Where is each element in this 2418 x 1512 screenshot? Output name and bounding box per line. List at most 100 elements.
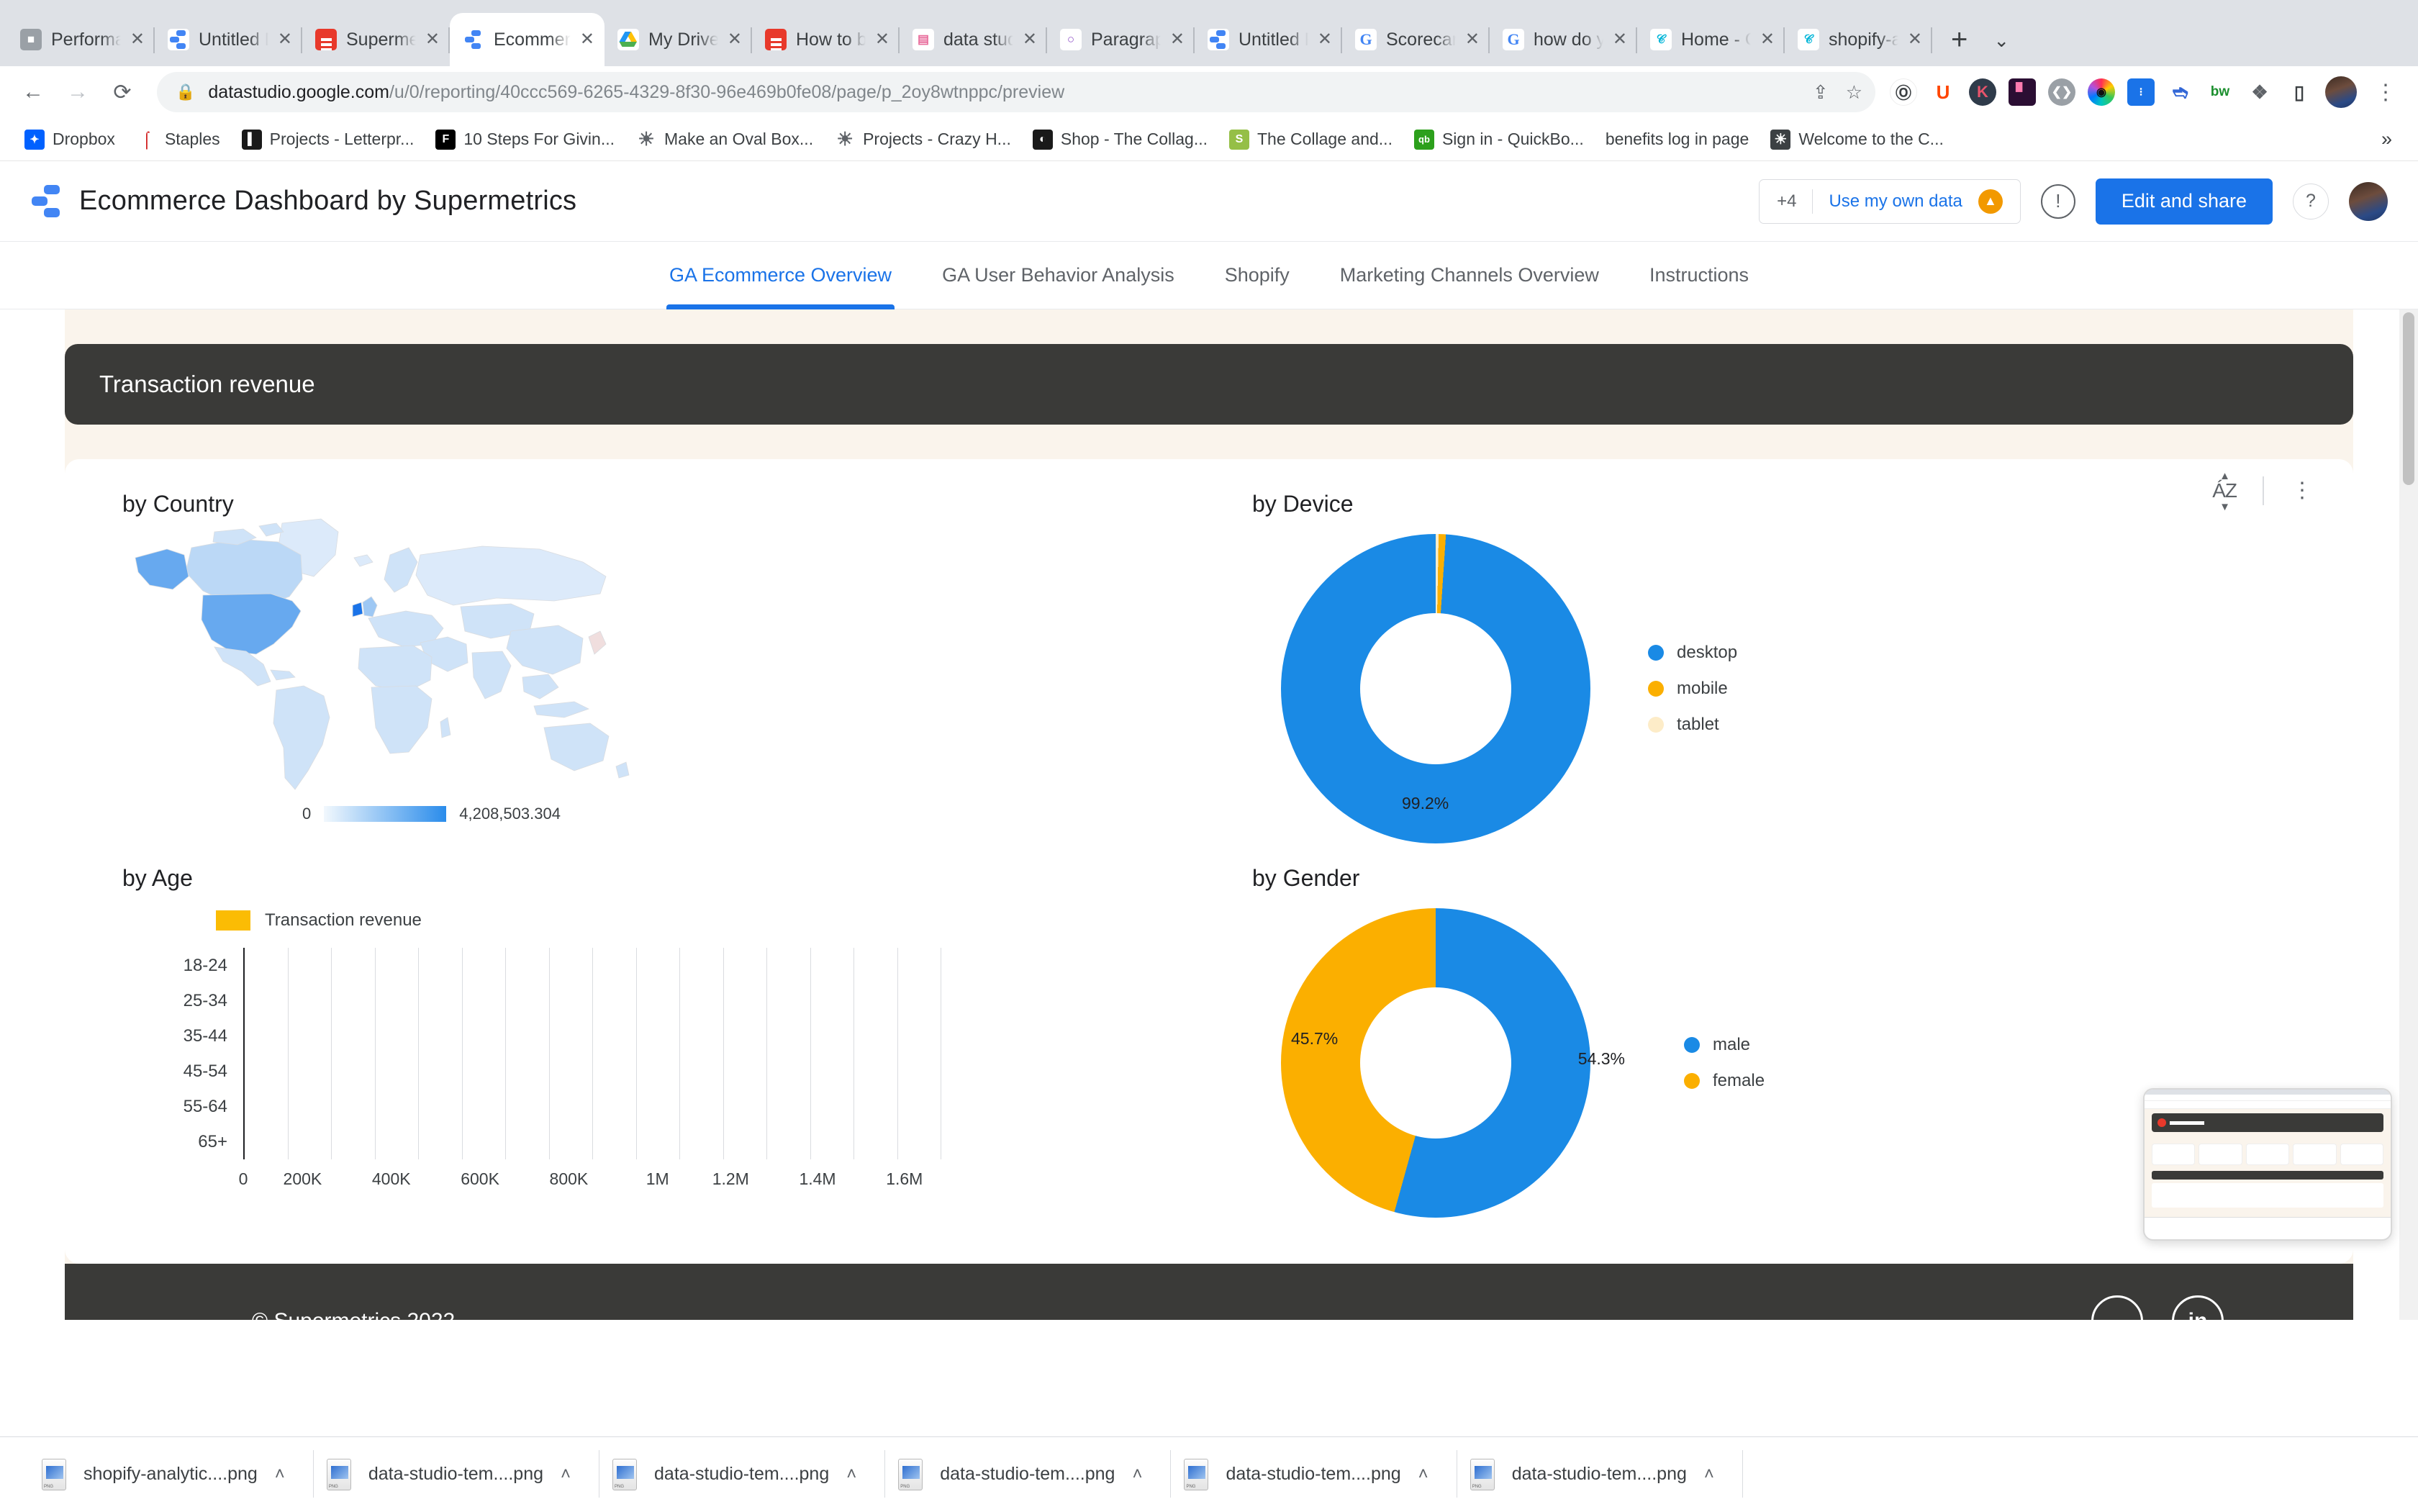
bookmarks-overflow-icon[interactable]: »: [2381, 128, 2402, 150]
browser-tab[interactable]: G how do yo ✕: [1490, 13, 1637, 66]
browser-tab[interactable]: 𝒞 shopify-a ✕: [1785, 13, 1932, 66]
edit-and-share-button[interactable]: Edit and share: [2096, 178, 2273, 225]
close-icon[interactable]: ✕: [130, 31, 145, 48]
puzzle-extension-icon[interactable]: ❖: [2246, 78, 2273, 106]
legend-item-desktop[interactable]: desktop: [1648, 643, 1737, 663]
bookmark-item[interactable]: qb Sign in - QuickBo...: [1405, 125, 1593, 154]
browser-tab[interactable]: 𝒞 Home - C ✕: [1637, 13, 1785, 66]
chevron-up-icon[interactable]: ˄: [275, 1465, 285, 1485]
speech-extension-icon[interactable]: ⁝: [2127, 78, 2155, 106]
twitter-icon[interactable]: ⸱: [2091, 1295, 2143, 1320]
download-item[interactable]: data-studio-tem....png ˄: [314, 1437, 599, 1512]
legend-item-female[interactable]: female: [1684, 1071, 1765, 1091]
download-item[interactable]: data-studio-tem....png ˄: [599, 1437, 885, 1512]
chevron-up-icon[interactable]: ˄: [1704, 1465, 1714, 1485]
donut-chart-gender[interactable]: 54.3% 45.7%: [1281, 908, 1590, 1218]
chevron-up-icon[interactable]: ˄: [561, 1465, 571, 1485]
geo-map-chart[interactable]: 0 4,208,503.304: [122, 510, 1187, 802]
close-icon[interactable]: ✕: [1170, 31, 1185, 48]
legend-item-male[interactable]: male: [1684, 1035, 1765, 1055]
bookmark-item[interactable]: benefits log in page: [1597, 125, 1758, 153]
browser-tabstrip: ■ Performan ✕ Untitled D ✕ Supermet ✕ Ec…: [0, 0, 2418, 66]
bookmark-item[interactable]: ☀ Make an Oval Box...: [628, 125, 822, 154]
close-icon[interactable]: ✕: [1908, 31, 1922, 48]
bookmark-item[interactable]: S The Collage and...: [1221, 125, 1401, 154]
tab-instructions[interactable]: Instructions: [1647, 242, 1752, 309]
close-icon[interactable]: ✕: [1613, 31, 1627, 48]
browser-tab[interactable]: Untitled R ✕: [1195, 13, 1342, 66]
browser-tab[interactable]: ▤ data stud ✕: [900, 13, 1047, 66]
code-extension-icon[interactable]: ❮❯: [2048, 78, 2075, 106]
browser-tab[interactable]: How to bu ✕: [752, 13, 900, 66]
bookmark-item[interactable]: ◐ Shop - The Collag...: [1024, 125, 1216, 154]
share-icon[interactable]: ⇪: [1813, 81, 1829, 104]
pinterest-extension-icon[interactable]: Ⓞ: [1890, 78, 1917, 106]
chevron-up-icon[interactable]: ˄: [846, 1465, 856, 1485]
back-icon[interactable]: ←: [13, 72, 53, 112]
info-circle-icon[interactable]: !: [2041, 184, 2075, 219]
bookmark-star-icon[interactable]: ☆: [1846, 81, 1862, 104]
download-preview-thumbnail[interactable]: [2143, 1088, 2392, 1241]
scrollbar-thumb[interactable]: [2403, 312, 2414, 485]
u-extension-icon[interactable]: U: [1929, 78, 1957, 106]
legend-item-tablet[interactable]: tablet: [1648, 715, 1737, 735]
address-bar[interactable]: 🔒 datastudio.google.com/u/0/reporting/40…: [157, 72, 1875, 112]
linkedin-icon[interactable]: in: [2172, 1295, 2224, 1320]
use-my-own-data-label[interactable]: Use my own data: [1829, 191, 1962, 212]
tab-ga-ecommerce-overview[interactable]: GA Ecommerce Overview: [666, 242, 895, 309]
close-icon[interactable]: ✕: [1023, 31, 1037, 48]
help-button[interactable]: ?: [2293, 184, 2329, 219]
browser-tab[interactable]: G Scorecard ✕: [1342, 13, 1490, 66]
chart-extension-icon[interactable]: ▘: [2009, 78, 2036, 106]
k-extension-icon[interactable]: K: [1969, 78, 1996, 106]
browser-tab[interactable]: Untitled D ✕: [155, 13, 302, 66]
bw-extension-icon[interactable]: bw: [2206, 78, 2234, 106]
png-file-icon: [327, 1459, 351, 1490]
chrome-profile-avatar[interactable]: [2325, 76, 2357, 108]
chevron-up-icon[interactable]: ˄: [1132, 1465, 1142, 1485]
bookmark-item[interactable]: ☀ Projects - Crazy H...: [826, 125, 1020, 154]
browser-tab[interactable]: Supermet ✕: [302, 13, 450, 66]
download-item[interactable]: data-studio-tem....png ˄: [1171, 1437, 1457, 1512]
close-icon[interactable]: ✕: [875, 31, 889, 48]
avatar[interactable]: [2349, 182, 2388, 221]
device-extension-icon[interactable]: ▯: [2286, 78, 2313, 106]
browser-tab[interactable]: My Drive ✕: [604, 13, 752, 66]
close-icon[interactable]: ✕: [425, 31, 440, 48]
tab-ga-user-behavior-analysis[interactable]: GA User Behavior Analysis: [939, 242, 1177, 309]
legend-item-mobile[interactable]: mobile: [1648, 679, 1737, 699]
bookmark-item[interactable]: F 10 Steps For Givin...: [427, 125, 623, 154]
bookmark-item[interactable]: ▌ Projects - Letterpr...: [233, 125, 423, 154]
donut-chart-device[interactable]: 99.2%: [1281, 534, 1590, 843]
download-item[interactable]: data-studio-tem....png ˄: [1457, 1437, 1743, 1512]
forward-icon[interactable]: →: [58, 72, 98, 112]
chevron-up-icon[interactable]: ˄: [1418, 1465, 1428, 1485]
lightning-extension-icon[interactable]: ➬: [2167, 78, 2194, 106]
legend-max: 4,208,503.304: [459, 805, 561, 823]
browser-tab[interactable]: ○ Paragraph ✕: [1047, 13, 1195, 66]
new-tab-button[interactable]: +: [1932, 24, 1986, 66]
bookmark-item[interactable]: ⌠ Staples: [128, 125, 229, 154]
bar-chart-age[interactable]: 18-24 25-34 35-44: [157, 948, 1187, 1189]
page-scrollbar[interactable]: [2399, 309, 2418, 1320]
close-icon[interactable]: ✕: [1465, 31, 1480, 48]
close-icon[interactable]: ✕: [278, 31, 292, 48]
download-item[interactable]: data-studio-tem....png ˄: [885, 1437, 1171, 1512]
reload-icon[interactable]: ⟳: [102, 72, 142, 112]
camera-extension-icon[interactable]: ◉: [2088, 78, 2115, 106]
tab-marketing-channels-overview[interactable]: Marketing Channels Overview: [1337, 242, 1602, 309]
download-item[interactable]: shopify-analytic....png ˄: [29, 1437, 314, 1512]
close-icon[interactable]: ✕: [1760, 31, 1775, 48]
bookmark-item[interactable]: ☀ Welcome to the C...: [1762, 125, 1952, 154]
use-my-own-data-control[interactable]: +4 Use my own data ▲: [1759, 179, 2021, 224]
slice-label-male: 54.3%: [1578, 1049, 1625, 1069]
browser-tab[interactable]: ■ Performan ✕: [7, 13, 155, 66]
tab-shopify[interactable]: Shopify: [1222, 242, 1292, 309]
close-icon[interactable]: ✕: [1318, 31, 1332, 48]
close-icon[interactable]: ✕: [728, 31, 742, 48]
tab-search-icon[interactable]: ⌄: [1986, 30, 2031, 66]
bookmark-item[interactable]: ✦ Dropbox: [16, 125, 124, 154]
close-icon[interactable]: ✕: [580, 31, 594, 48]
browser-tab-active[interactable]: Ecommer ✕: [450, 13, 604, 66]
kebab-menu-icon[interactable]: ⋮: [2369, 87, 2402, 98]
